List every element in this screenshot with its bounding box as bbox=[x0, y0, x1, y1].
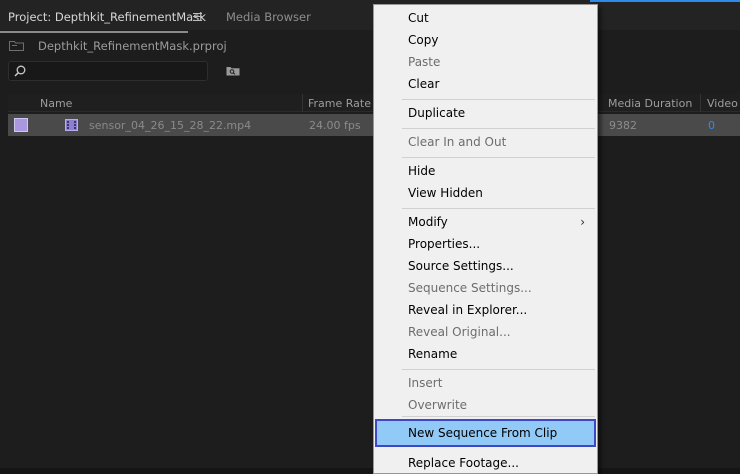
menu-item-source-settings[interactable]: Source Settings... bbox=[374, 255, 597, 277]
project-file-icon bbox=[9, 41, 24, 51]
tab-project[interactable]: Project: Depthkit_RefinementMask bbox=[8, 10, 206, 24]
panel-bottom-edge bbox=[0, 468, 740, 474]
menu-item-reveal-original[interactable]: Reveal Original... bbox=[374, 321, 597, 343]
menu-item-cut[interactable]: Cut bbox=[374, 7, 597, 29]
panel-tab-bar: Project: Depthkit_RefinementMask Media B… bbox=[0, 2, 740, 33]
menu-item-reveal-in-explorer[interactable]: Reveal in Explorer... bbox=[374, 299, 597, 321]
menu-item-insert[interactable]: Insert bbox=[374, 372, 597, 394]
menu-item-rename[interactable]: Rename bbox=[374, 343, 597, 365]
menu-item-hide[interactable]: Hide bbox=[374, 160, 597, 182]
search-icon bbox=[14, 65, 26, 77]
panel-menu-icon[interactable] bbox=[193, 13, 202, 21]
menu-separator bbox=[402, 157, 595, 158]
menu-item-copy[interactable]: Copy bbox=[374, 29, 597, 51]
menu-separator bbox=[402, 208, 595, 209]
menu-item-overwrite[interactable]: Overwrite bbox=[374, 394, 597, 416]
column-frame-rate[interactable]: Frame Rate bbox=[308, 97, 371, 110]
menu-item-modify[interactable]: Modify › bbox=[374, 211, 597, 233]
column-divider[interactable] bbox=[302, 94, 303, 112]
menu-item-duplicate[interactable]: Duplicate bbox=[374, 102, 597, 124]
submenu-arrow-icon: › bbox=[580, 215, 585, 229]
tab-media-browser[interactable]: Media Browser bbox=[226, 10, 311, 24]
menu-item-clear[interactable]: Clear bbox=[374, 73, 597, 95]
clip-name[interactable]: sensor_04_26_15_28_22.mp4 bbox=[89, 119, 251, 132]
menu-separator bbox=[402, 99, 595, 100]
find-bin-icon[interactable] bbox=[226, 66, 240, 76]
menu-item-view-hidden[interactable]: View Hidden bbox=[374, 182, 597, 204]
menu-item-modify-label: Modify bbox=[408, 215, 448, 229]
video-clip-icon bbox=[65, 119, 78, 131]
clip-media-duration: 9382 bbox=[609, 119, 637, 132]
menu-item-sequence-settings[interactable]: Sequence Settings... bbox=[374, 277, 597, 299]
context-menu: Cut Copy Paste Clear Duplicate Clear In … bbox=[373, 4, 598, 474]
column-video[interactable]: Video bbox=[707, 97, 738, 110]
column-name[interactable]: Name bbox=[40, 97, 72, 110]
column-divider[interactable] bbox=[700, 94, 701, 112]
menu-separator bbox=[402, 128, 595, 129]
tab-project-underline bbox=[0, 31, 188, 33]
clip-video-value[interactable]: 0 bbox=[708, 119, 715, 132]
column-media-duration[interactable]: Media Duration bbox=[608, 97, 692, 110]
menu-item-replace-footage[interactable]: Replace Footage... bbox=[374, 452, 597, 474]
search-input[interactable] bbox=[8, 61, 208, 81]
clip-frame-rate: 24.00 fps bbox=[309, 119, 361, 132]
menu-item-paste[interactable]: Paste bbox=[374, 51, 597, 73]
menu-item-clear-in-out[interactable]: Clear In and Out bbox=[374, 131, 597, 153]
menu-separator bbox=[402, 416, 595, 417]
menu-item-new-sequence-from-clip[interactable]: New Sequence From Clip bbox=[375, 419, 596, 447]
menu-separator bbox=[402, 369, 595, 370]
menu-item-properties[interactable]: Properties... bbox=[374, 233, 597, 255]
project-file-name: Depthkit_RefinementMask.prproj bbox=[38, 39, 227, 53]
label-color-swatch[interactable] bbox=[14, 118, 28, 132]
